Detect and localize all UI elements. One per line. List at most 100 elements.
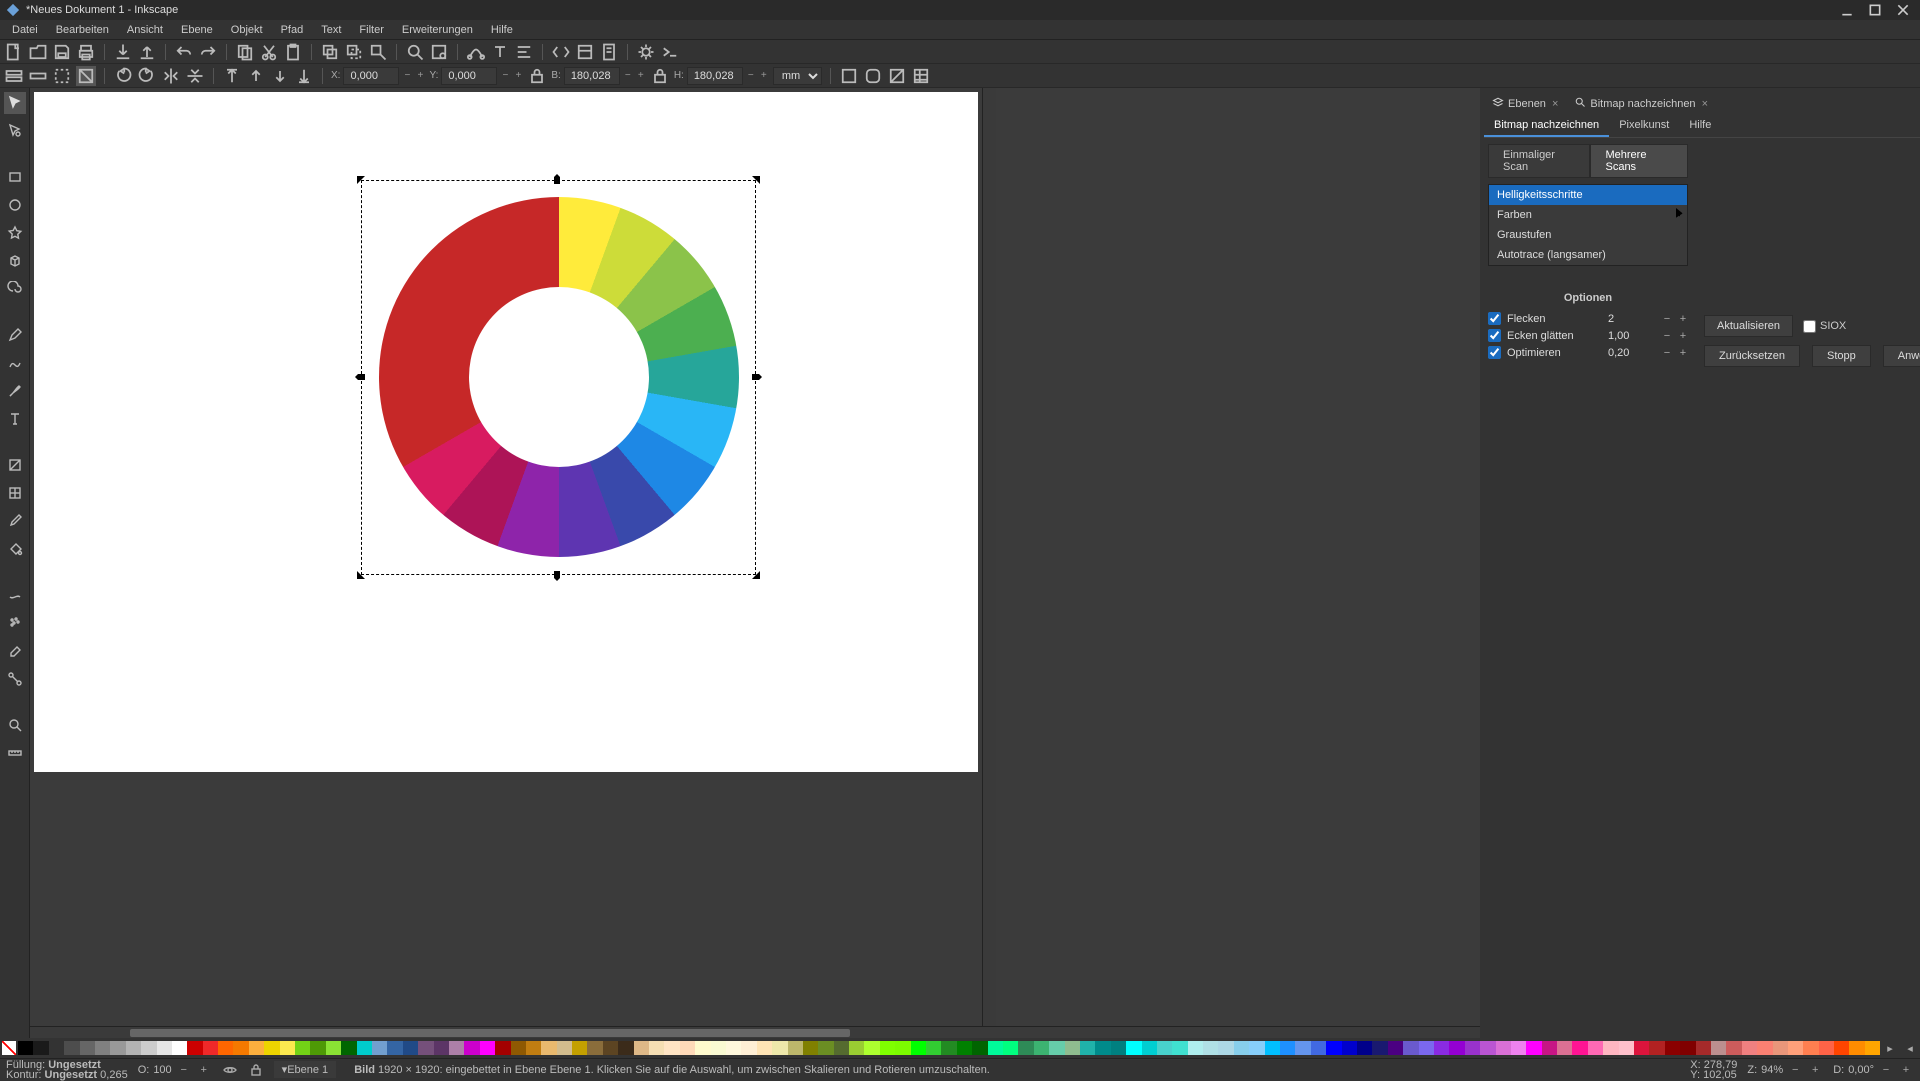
- swatch[interactable]: [1803, 1041, 1818, 1055]
- swatch[interactable]: [1188, 1041, 1203, 1055]
- y-value[interactable]: 0,000: [441, 67, 497, 85]
- swatch[interactable]: [449, 1041, 464, 1055]
- swatch[interactable]: [434, 1041, 449, 1055]
- swatch[interactable]: [18, 1041, 33, 1055]
- menu-erweiterungen[interactable]: Erweiterungen: [394, 22, 481, 38]
- swatch[interactable]: [387, 1041, 402, 1055]
- opt-dec-button[interactable]: −: [1662, 347, 1672, 359]
- swatch[interactable]: [1095, 1041, 1110, 1055]
- subtab-trace[interactable]: Bitmap nachzeichnen: [1484, 115, 1609, 137]
- swatch[interactable]: [1711, 1041, 1726, 1055]
- swatch[interactable]: [941, 1041, 956, 1055]
- zoom-inc-button[interactable]: +: [1807, 1062, 1823, 1078]
- swatch[interactable]: [618, 1041, 633, 1055]
- dropper-tool-icon[interactable]: [4, 510, 26, 532]
- update-button[interactable]: Aktualisieren: [1704, 315, 1793, 337]
- swatch[interactable]: [1326, 1041, 1341, 1055]
- dropdown-item-3[interactable]: Autotrace (langsamer): [1489, 245, 1687, 265]
- flip-h-icon[interactable]: [161, 66, 181, 86]
- swatch[interactable]: [988, 1041, 1003, 1055]
- tab-layers[interactable]: Ebenen ×: [1488, 94, 1562, 113]
- mode-single[interactable]: Einmaliger Scan: [1488, 144, 1590, 178]
- duplicate-icon[interactable]: [320, 42, 340, 62]
- swatch[interactable]: [1819, 1041, 1834, 1055]
- swatch[interactable]: [864, 1041, 879, 1055]
- toggle-selection-icon[interactable]: [76, 66, 96, 86]
- w-inc-button[interactable]: +: [636, 67, 646, 85]
- bezier-tool-icon[interactable]: [4, 352, 26, 374]
- swatch[interactable]: [895, 1041, 910, 1055]
- affect-stroke-icon[interactable]: [839, 66, 859, 86]
- opacity-inc-button[interactable]: +: [196, 1062, 212, 1078]
- swatch[interactable]: [1295, 1041, 1310, 1055]
- swatch[interactable]: [233, 1041, 248, 1055]
- align-icon[interactable]: [514, 42, 534, 62]
- maximize-button[interactable]: [1868, 3, 1882, 17]
- new-doc-icon[interactable]: [4, 42, 24, 62]
- flip-v-icon[interactable]: [185, 66, 205, 86]
- swatch[interactable]: [1419, 1041, 1434, 1055]
- swatch[interactable]: [1634, 1041, 1649, 1055]
- opacity-dec-button[interactable]: −: [176, 1062, 192, 1078]
- selection-handle-n[interactable]: [554, 174, 560, 184]
- swatch[interactable]: [187, 1041, 202, 1055]
- ecken-value[interactable]: 1,00: [1608, 330, 1656, 342]
- cut-icon[interactable]: [259, 42, 279, 62]
- swatch[interactable]: [33, 1041, 48, 1055]
- select-layer-icon[interactable]: [28, 66, 48, 86]
- x-dec-button[interactable]: −: [402, 67, 412, 85]
- ecken-inc-button[interactable]: +: [1678, 330, 1688, 342]
- flecken-checkbox[interactable]: [1488, 312, 1501, 325]
- swatch[interactable]: [341, 1041, 356, 1055]
- command-icon[interactable]: [660, 42, 680, 62]
- affect-pattern-icon[interactable]: [911, 66, 931, 86]
- swatch[interactable]: [1234, 1041, 1249, 1055]
- zoom-dec-button[interactable]: −: [1787, 1062, 1803, 1078]
- dropdown-item-0[interactable]: Helligkeitsschritte: [1489, 185, 1687, 205]
- menu-ebene[interactable]: Ebene: [173, 22, 221, 38]
- zoom-value[interactable]: 94%: [1761, 1064, 1783, 1076]
- swatch[interactable]: [1726, 1041, 1741, 1055]
- unit-select[interactable]: mm: [773, 67, 822, 85]
- deselect-icon[interactable]: [52, 66, 72, 86]
- swatch[interactable]: [295, 1041, 310, 1055]
- menu-datei[interactable]: Datei: [4, 22, 46, 38]
- swatch[interactable]: [1172, 1041, 1187, 1055]
- swatch[interactable]: [911, 1041, 926, 1055]
- export-icon[interactable]: [137, 42, 157, 62]
- opacity-value[interactable]: 100: [153, 1064, 171, 1076]
- rotate-ccw-icon[interactable]: [113, 66, 133, 86]
- import-icon[interactable]: [113, 42, 133, 62]
- swatch[interactable]: [203, 1041, 218, 1055]
- lock-ratio-icon[interactable]: [650, 66, 670, 86]
- swatch[interactable]: [849, 1041, 864, 1055]
- siox-checkbox[interactable]: [1803, 320, 1816, 333]
- swatch[interactable]: [1526, 1041, 1541, 1055]
- swatch[interactable]: [511, 1041, 526, 1055]
- menu-bearbeiten[interactable]: Bearbeiten: [48, 22, 117, 38]
- text-tool-icon[interactable]: [4, 408, 26, 430]
- h-value[interactable]: 180,028: [687, 67, 743, 85]
- mesh-tool-icon[interactable]: [4, 482, 26, 504]
- selection-handle-s[interactable]: [554, 571, 560, 581]
- swatch[interactable]: [1788, 1041, 1803, 1055]
- swatch[interactable]: [972, 1041, 987, 1055]
- 3dbox-tool-icon[interactable]: [4, 250, 26, 272]
- mode-multi[interactable]: Mehrere Scans: [1590, 144, 1688, 178]
- swatch[interactable]: [587, 1041, 602, 1055]
- swatch[interactable]: [1342, 1041, 1357, 1055]
- opt-checkbox[interactable]: [1488, 346, 1501, 359]
- swatch[interactable]: [695, 1041, 710, 1055]
- flecken-inc-button[interactable]: +: [1678, 313, 1688, 325]
- swatch[interactable]: [757, 1041, 772, 1055]
- swatch[interactable]: [49, 1041, 64, 1055]
- layer-selector[interactable]: ▾Ebene 1: [274, 1061, 337, 1078]
- dropdown-item-1[interactable]: Farben: [1489, 205, 1687, 225]
- swatch[interactable]: [480, 1041, 495, 1055]
- swatch[interactable]: [249, 1041, 264, 1055]
- swatch[interactable]: [1511, 1041, 1526, 1055]
- swatch[interactable]: [1465, 1041, 1480, 1055]
- swatch[interactable]: [1480, 1041, 1495, 1055]
- canvas-hscroll[interactable]: [30, 1026, 1480, 1038]
- swatch[interactable]: [1372, 1041, 1387, 1055]
